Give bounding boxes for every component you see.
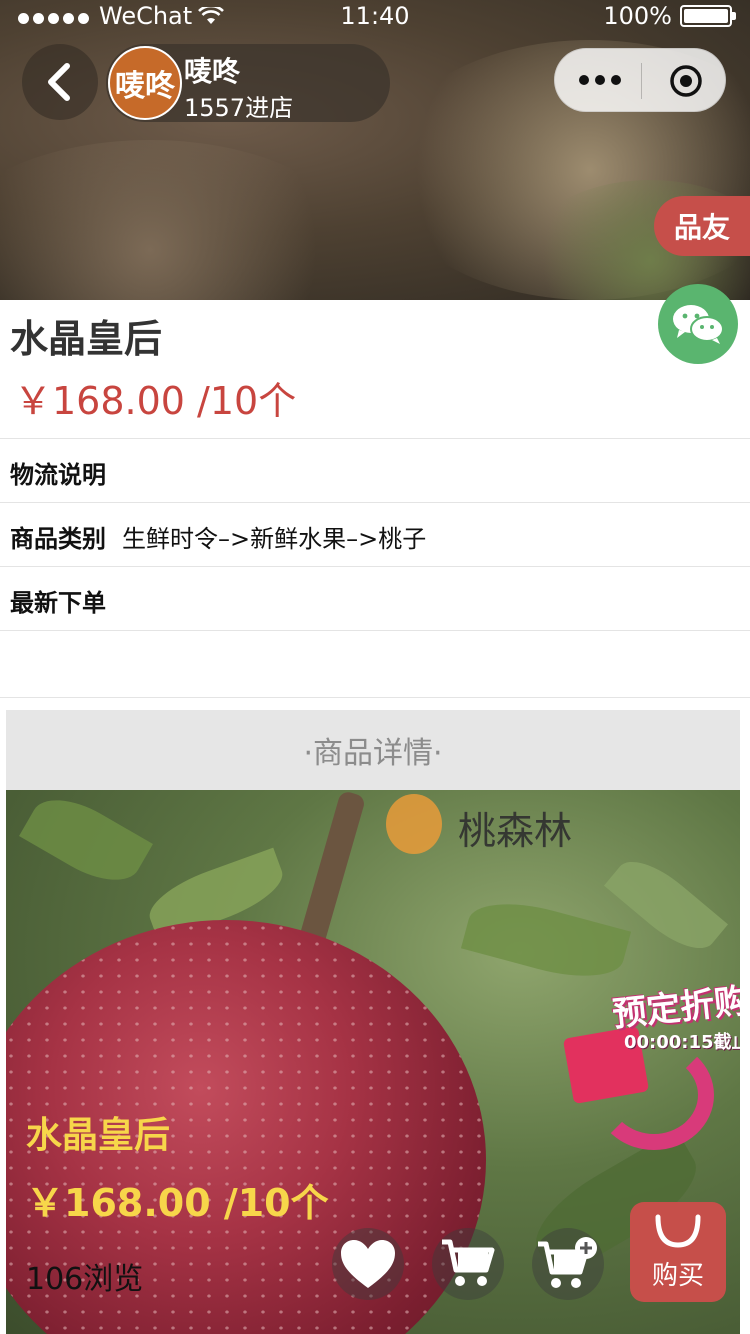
info-row-category[interactable]: 商品类别 生鲜时令–>新鲜水果–>桃子 — [0, 502, 750, 566]
add-to-cart-button[interactable] — [532, 1228, 604, 1300]
detail-section-header: ·商品详情· — [6, 710, 740, 790]
cart-button[interactable] — [432, 1228, 504, 1300]
promo-badge: 预定折购 00:00:15截止 — [562, 980, 740, 1150]
favorite-button[interactable] — [332, 1228, 404, 1300]
shopping-bag-icon — [655, 1214, 701, 1248]
more-icon[interactable] — [579, 75, 621, 85]
pinyou-button[interactable]: 品友 — [654, 196, 750, 256]
product-title: 水晶皇后 — [10, 317, 163, 361]
view-count: 106浏览 — [26, 1262, 144, 1297]
chevron-left-icon — [48, 63, 70, 101]
info-label: 最新下单 — [10, 589, 106, 617]
cart-plus-icon — [538, 1237, 597, 1288]
status-bar: WeChat 11:40 100% — [0, 0, 750, 34]
overlay-product-title: 水晶皇后 — [26, 1115, 171, 1156]
info-label: 商品类别 — [10, 525, 106, 553]
shop-name: 唛咚 — [184, 55, 241, 88]
shop-logo: 唛咚 — [108, 46, 182, 120]
back-button[interactable] — [22, 44, 98, 120]
latest-orders-area — [0, 630, 750, 698]
info-label: 物流说明 — [10, 461, 106, 489]
promo-title: 预定折购 — [610, 980, 740, 1035]
battery-icon — [680, 5, 736, 27]
heart-icon — [341, 1240, 395, 1288]
buy-button[interactable]: 购买 — [630, 1202, 726, 1302]
shop-header[interactable]: 唛咚 唛咚 1557进店 — [106, 44, 390, 122]
product-price: ￥168.00 /10个 — [14, 379, 297, 423]
brand-text: 桃森林 — [458, 809, 573, 853]
hero-banner — [0, 0, 750, 300]
overlay-product-price: ￥168.00 /10个 — [26, 1181, 329, 1225]
shop-visits: 1557进店 — [184, 94, 294, 122]
mascot-logo-icon — [386, 794, 442, 854]
wechat-share-button[interactable] — [658, 284, 738, 364]
info-value: 生鲜时令–>新鲜水果–>桃子 — [122, 525, 427, 553]
miniprogram-capsule — [554, 48, 726, 112]
close-target-icon[interactable] — [669, 64, 703, 98]
info-row-latest-orders[interactable]: 最新下单 — [0, 566, 750, 630]
battery-percent: 100% — [603, 2, 672, 30]
brand-watermark: 桃森林 — [386, 794, 736, 864]
info-row-logistics[interactable]: 物流说明 — [0, 438, 750, 502]
cart-icon — [442, 1239, 495, 1286]
promo-countdown: 00:00:15截止 — [624, 1032, 740, 1053]
wechat-icon — [673, 305, 724, 344]
buy-label: 购买 — [651, 1261, 704, 1291]
